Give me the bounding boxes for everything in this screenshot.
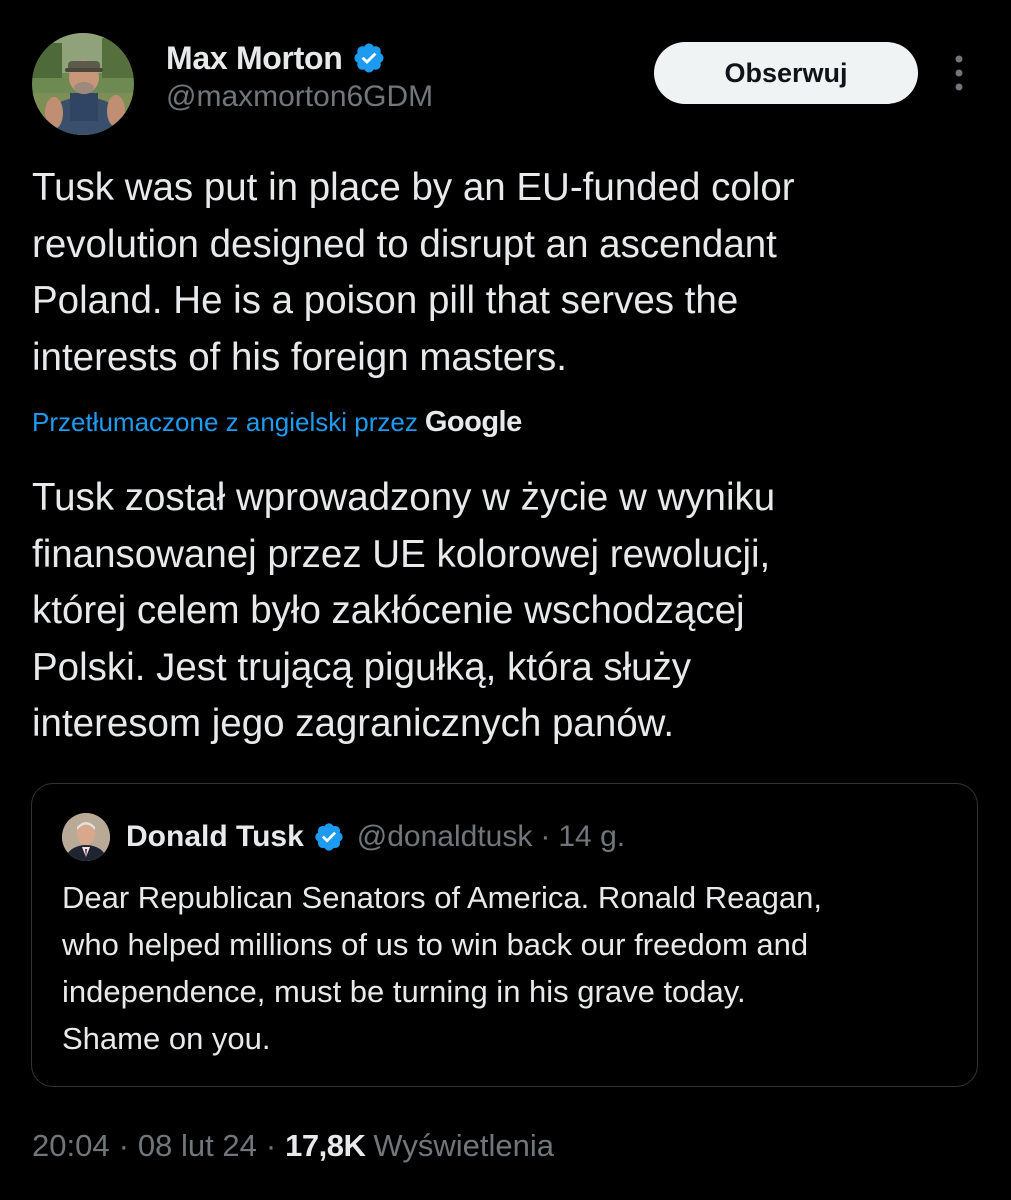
- translated-text-line: Tusk został wprowadzony w życie w wyniku: [32, 476, 776, 519]
- translated-text-line: interesom jego zagranicznych panów.: [32, 702, 675, 745]
- more-vertical-icon[interactable]: [944, 50, 974, 96]
- quote-text: Dear Republican Senators of America. Ron…: [62, 874, 962, 1062]
- author-handle[interactable]: @maxmorton6GDM: [166, 80, 433, 114]
- translated-text-line: której celem było zakłócenie wschodzącej: [32, 589, 745, 632]
- tweet-text-line: interests of his foreign masters.: [32, 335, 567, 379]
- tweet: Max Morton @maxmorton6GDM Obserwuj Tusk …: [0, 0, 1011, 1200]
- tweet-meta: 20:04 · 08 lut 24 · 17,8K Wyświetlenia: [32, 1124, 554, 1168]
- quote-text-line: Dear Republican Senators of America. Ron…: [62, 880, 822, 915]
- quote-header: Donald Tusk @donaldtusk · 14 g.: [126, 816, 625, 858]
- tweet-date[interactable]: 08 lut 24: [138, 1128, 257, 1164]
- verified-badge-icon: [313, 821, 345, 853]
- google-logo: Google: [424, 405, 522, 438]
- quote-timestamp[interactable]: 14 g.: [558, 820, 625, 854]
- verified-badge-icon: [352, 41, 386, 75]
- translation-label[interactable]: Przetłumaczone z angielski przez: [32, 407, 418, 438]
- tweet-text-line: Poland. He is a poison pill that serves …: [32, 279, 739, 322]
- quote-avatar-image: [62, 813, 110, 861]
- quoted-tweet-card[interactable]: Donald Tusk @donaldtusk · 14 g. Dear Rep…: [31, 783, 978, 1087]
- translation-attribution[interactable]: Przetłumaczone z angielski przez Google: [32, 402, 522, 442]
- translated-text: Tusk został wprowadzony w życie w wyniku…: [32, 470, 982, 753]
- quote-author-handle[interactable]: @donaldtusk: [357, 820, 533, 854]
- author-name-row[interactable]: Max Morton: [166, 38, 386, 78]
- tweet-text: Tusk was put in place by an EU-funded co…: [32, 160, 982, 386]
- views-label[interactable]: Wyświetlenia: [373, 1128, 554, 1164]
- views-count[interactable]: 17,8K: [285, 1128, 366, 1164]
- author-avatar-image: [32, 33, 134, 135]
- meta-separator: ·: [118, 1128, 129, 1163]
- quote-text-line: Shame on you.: [62, 1021, 271, 1056]
- quote-author-avatar[interactable]: [62, 813, 110, 861]
- translated-text-line: Polski. Jest trującą pigułką, która służ…: [32, 645, 692, 689]
- tweet-time[interactable]: 20:04: [32, 1128, 110, 1164]
- author-name[interactable]: Max Morton: [166, 40, 343, 77]
- quote-text-line: who helped millions of us to win back ou…: [62, 927, 809, 962]
- quote-author-name[interactable]: Donald Tusk: [126, 820, 304, 854]
- tweet-text-line: revolution designed to disrupt an ascend…: [32, 222, 777, 266]
- quote-separator: ·: [540, 820, 551, 853]
- follow-button[interactable]: Obserwuj: [654, 42, 918, 104]
- tweet-text-line: Tusk was put in place by an EU-funded co…: [32, 166, 795, 209]
- author-avatar[interactable]: [32, 33, 134, 135]
- quote-text-line: independence, must be turning in his gra…: [62, 974, 746, 1009]
- translated-text-line: finansowanej przez UE kolorowej rewolucj…: [32, 532, 771, 576]
- meta-separator: ·: [265, 1128, 277, 1163]
